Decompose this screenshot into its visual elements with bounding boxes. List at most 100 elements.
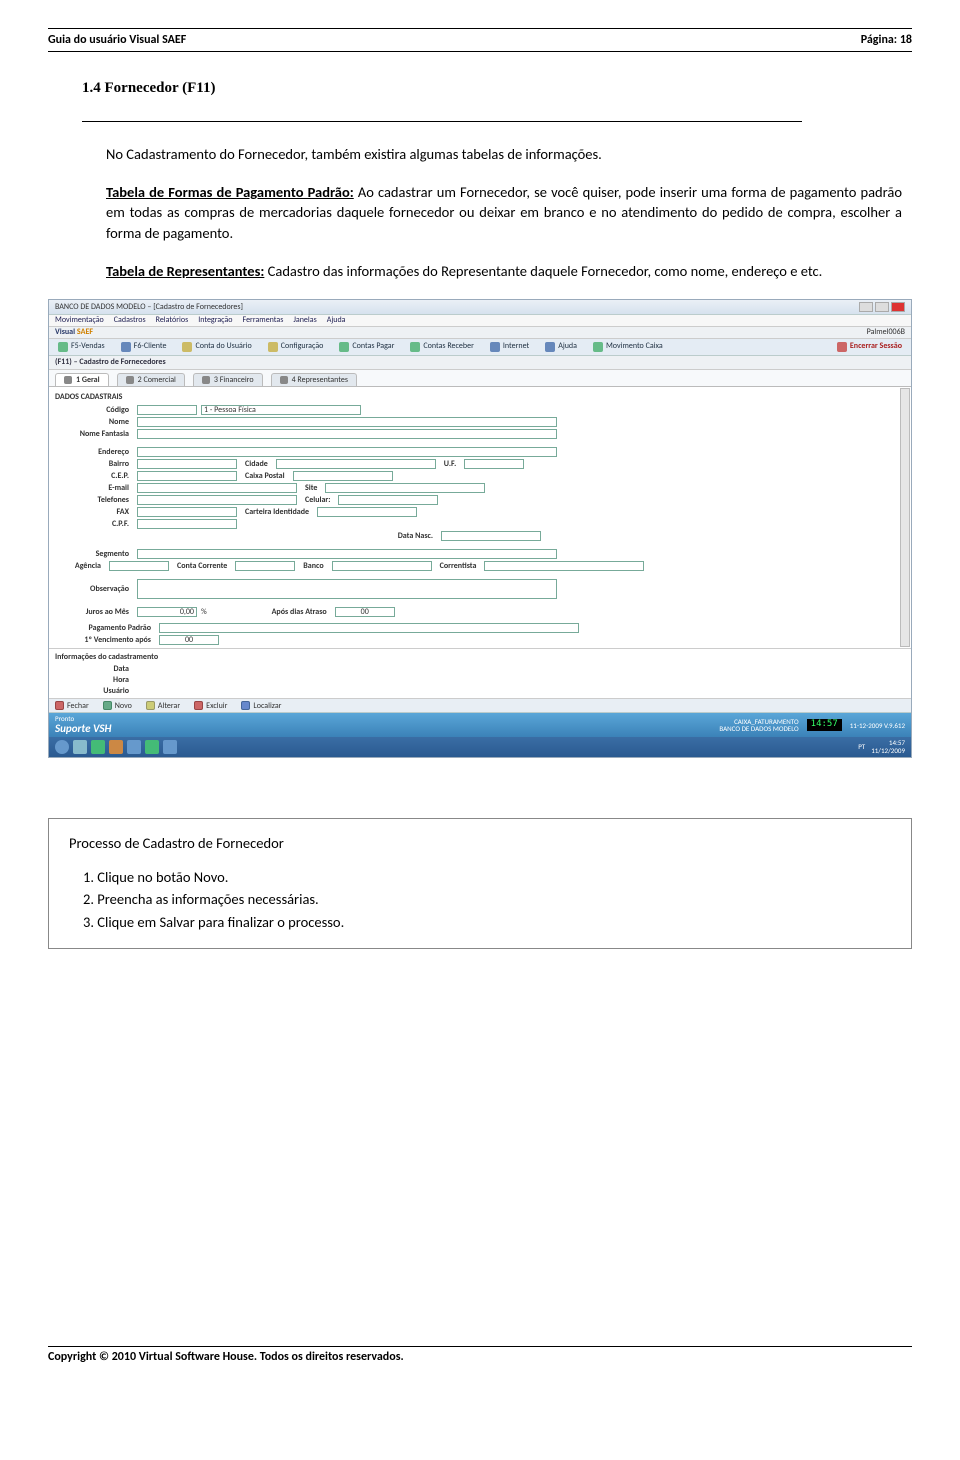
toolbar-configuracao[interactable]: Configuração [265, 341, 327, 353]
menu-integracao[interactable]: Integração [198, 316, 232, 325]
input-venc[interactable]: 00 [159, 635, 219, 645]
toolbar-movimento-caixa[interactable]: Movimento Caixa [590, 341, 666, 353]
input-codigo-desc[interactable]: 1 - Pessoa Física [201, 405, 361, 415]
toolbar-encerrar-sessao[interactable]: Encerrar Sessão [834, 341, 905, 353]
input-pagpadrao[interactable] [159, 623, 579, 633]
input-observacao[interactable] [137, 579, 557, 599]
label-cpf: C.P.F. [55, 520, 133, 529]
reps-lead: Tabela de Representantes: [106, 262, 264, 280]
input-correntista[interactable] [484, 561, 644, 571]
btn-localizar[interactable]: Localizar [241, 701, 281, 710]
scrollbar[interactable] [900, 388, 910, 647]
btn-alterar[interactable]: Alterar [146, 701, 180, 710]
tab-geral[interactable]: 1 Geral [55, 373, 109, 387]
section-title-wrap: 1.4 Fornecedor (F11) [48, 78, 912, 99]
input-carteira[interactable] [317, 507, 417, 517]
input-fantasia[interactable] [137, 429, 557, 439]
label-venc: 1º Vencimento após [55, 636, 155, 645]
input-agencia[interactable] [109, 561, 169, 571]
section-title: 1.4 Fornecedor (F11) [82, 80, 215, 97]
tray-lang[interactable]: PT [858, 743, 865, 751]
minimize-button[interactable] [859, 302, 873, 312]
intro-paragraph: No Cadastramento do Fornecedor, também e… [106, 144, 902, 164]
taskbar-icon-5[interactable] [145, 740, 159, 754]
toolbar-f5-vendas[interactable]: F5-Vendas [55, 341, 108, 353]
section-underline [82, 121, 802, 122]
label-uf: U.F. [440, 460, 460, 469]
menu-movimentacao[interactable]: Movimentação [55, 316, 104, 325]
taskbar-icon-6[interactable] [163, 740, 177, 754]
input-fax[interactable] [137, 507, 237, 517]
maximize-button[interactable] [875, 302, 889, 312]
label-pagpadrao: Pagamento Padrão [55, 624, 155, 633]
menu-ferramentas[interactable]: Ferramentas [243, 316, 284, 325]
input-contacorrente[interactable] [235, 561, 295, 571]
label-email: E-mail [55, 484, 133, 493]
input-cep[interactable] [137, 471, 237, 481]
dados-cadastrais-label: DADOS CADASTRAIS [55, 393, 905, 402]
toolbar-f6-cliente[interactable]: F6-Cliente [118, 341, 170, 353]
input-datanasc[interactable] [441, 531, 541, 541]
input-cpf[interactable] [137, 519, 237, 529]
start-orb-icon[interactable] [55, 740, 69, 754]
tray-date: 11/12/2009 [871, 747, 905, 755]
label-caixapostal: Caixa Postal [241, 472, 289, 481]
btn-fechar[interactable]: Fechar [55, 701, 89, 710]
btn-excluir[interactable]: Excluir [194, 701, 227, 710]
input-caixapostal[interactable] [293, 471, 393, 481]
input-banco[interactable] [332, 561, 432, 571]
input-cidade[interactable] [276, 459, 436, 469]
input-uf[interactable] [464, 459, 524, 469]
infocad-data-label: Data [55, 665, 133, 674]
input-codigo[interactable] [137, 405, 197, 415]
steps-block: Processo de Cadastro de Fornecedor 1. Cl… [48, 818, 912, 949]
input-nome[interactable] [137, 417, 557, 427]
menu-ajuda[interactable]: Ajuda [327, 316, 346, 325]
input-site[interactable] [325, 483, 485, 493]
toolbar-conta-usuario[interactable]: Conta do Usuário [179, 341, 254, 353]
tab-comercial[interactable]: 2 Comercial [117, 373, 185, 387]
input-segmento[interactable] [137, 549, 557, 559]
toolbar-contas-receber[interactable]: Contas Receber [407, 341, 476, 353]
label-bairro: Bairro [55, 460, 133, 469]
close-button[interactable] [891, 302, 905, 312]
label-telefones: Telefones [55, 496, 133, 505]
status-suporte: Suporte VSH [55, 723, 111, 735]
input-endereco[interactable] [137, 447, 557, 457]
menubar: Movimentação Cadastros Relatórios Integr… [49, 315, 911, 327]
steps-heading: Processo de Cadastro de Fornecedor [69, 833, 891, 853]
input-email[interactable] [137, 483, 297, 493]
header-rule-top [48, 28, 912, 29]
status-bar: Pronto Suporte VSH CAIXA_FATURAMENTO BAN… [49, 713, 911, 737]
menu-janelas[interactable]: Janelas [293, 316, 316, 325]
step-2: 2. Preencha as informações necessárias. [83, 889, 891, 909]
infocad-usuario-label: Usuário [55, 687, 133, 696]
page-header: Guia do usuário Visual SAEF Página: 18 [48, 32, 912, 51]
window-buttons [859, 302, 905, 312]
tab-financeiro[interactable]: 3 Financeiro [193, 373, 263, 387]
toolbar-contas-pagar[interactable]: Contas Pagar [336, 341, 397, 353]
toolbar: F5-Vendas F6-Cliente Conta do Usuário Co… [49, 339, 911, 356]
info-cadastramento: Informações do cadastramento Data Hora U… [49, 649, 911, 699]
input-bairro[interactable] [137, 459, 237, 469]
taskbar-icon-2[interactable] [91, 740, 105, 754]
input-telefones[interactable] [137, 495, 297, 505]
label-endereco: Endereço [55, 448, 133, 457]
label-codigo: Código [55, 406, 133, 415]
input-aposdias[interactable]: 00 [335, 607, 395, 617]
os-taskbar: PT 14:57 11/12/2009 [49, 737, 911, 756]
step-3: 3. Clique em Salvar para finalizar o pro… [83, 912, 891, 932]
input-juros[interactable]: 0,00 [137, 607, 197, 617]
taskbar-icon-4[interactable] [127, 740, 141, 754]
btn-novo[interactable]: Novo [103, 701, 132, 710]
toolbar-internet[interactable]: Internet [487, 341, 532, 353]
label-datanasc: Data Nasc. [137, 532, 437, 541]
taskbar-icon-3[interactable] [109, 740, 123, 754]
input-celular[interactable] [338, 495, 438, 505]
taskbar-icon-1[interactable] [73, 740, 87, 754]
toolbar-ajuda[interactable]: Ajuda [542, 341, 580, 353]
tab-representantes[interactable]: 4 Representantes [271, 373, 357, 387]
menu-cadastros[interactable]: Cadastros [114, 316, 146, 325]
menu-relatorios[interactable]: Relatórios [156, 316, 189, 325]
label-contacorrente: Conta Corrente [173, 562, 231, 571]
